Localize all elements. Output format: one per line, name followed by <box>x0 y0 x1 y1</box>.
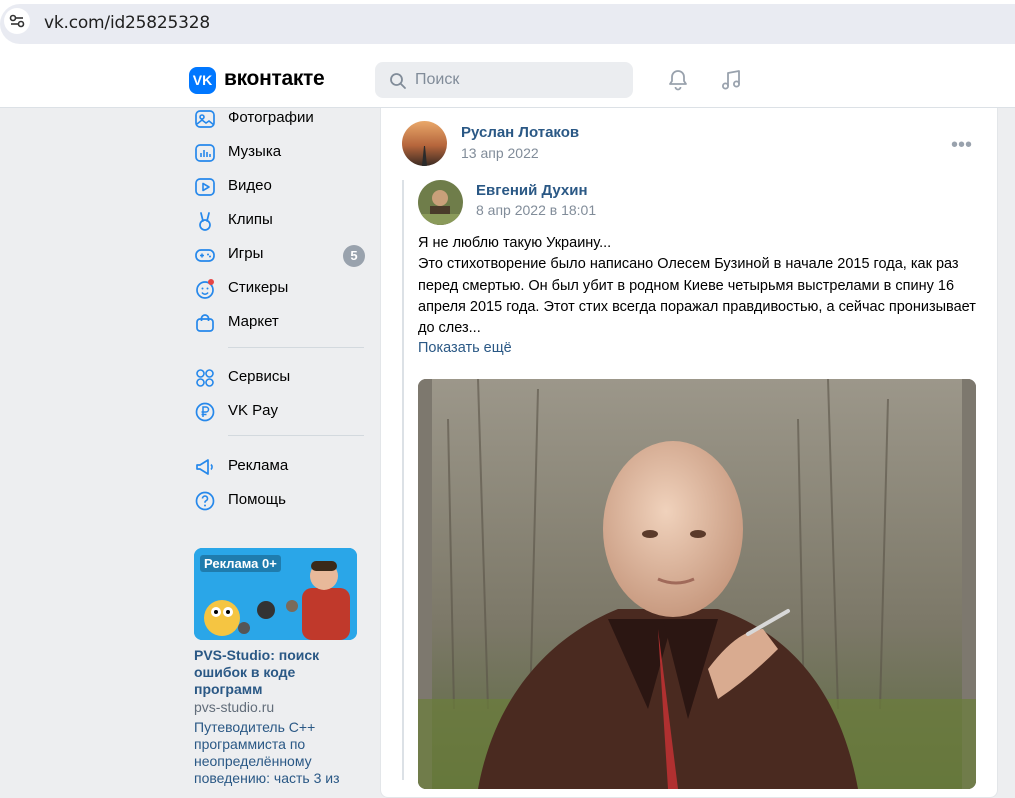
post-author-avatar[interactable] <box>402 121 447 166</box>
nav-label: Клипы <box>228 211 273 228</box>
post-text-body: Это стихотворение было написано Олесем Б… <box>418 256 976 337</box>
ad-domain[interactable]: pvs-studio.ru <box>194 699 274 715</box>
repost-author-avatar[interactable] <box>418 180 463 225</box>
nav-label: Видео <box>228 177 272 194</box>
music-icon <box>195 144 215 162</box>
market-icon <box>196 314 214 332</box>
nav-label: VK Pay <box>228 402 279 419</box>
repost-date[interactable]: 8 апр 2022 в 18:01 <box>476 202 596 218</box>
nav-label: Сервисы <box>228 368 291 385</box>
post-date[interactable]: 13 апр 2022 <box>461 145 539 161</box>
post-author-name[interactable]: Руслан Лотаков <box>461 124 579 141</box>
nav-label: Фотографии <box>228 109 314 126</box>
vkpay-icon <box>195 402 215 422</box>
post-photo[interactable] <box>418 379 976 789</box>
nav-item-music[interactable]: Музыка <box>194 142 366 166</box>
games-icon <box>195 249 215 262</box>
post-text: Я не люблю такую Украину... Это стихотво… <box>418 233 978 339</box>
nav-label: Игры <box>228 245 264 262</box>
nav-divider <box>228 347 364 348</box>
nav-item-clips[interactable]: Клипы <box>194 210 366 234</box>
post-more-menu-icon[interactable]: ••• <box>951 134 972 157</box>
video-icon <box>195 178 215 196</box>
nav-item-ads[interactable]: Реклама <box>194 456 366 480</box>
vk-logo-text[interactable]: вконтакте <box>224 67 325 91</box>
nav-label: Музыка <box>228 143 282 160</box>
site-settings-icon[interactable] <box>4 8 30 34</box>
nav-item-market[interactable]: Маркет <box>194 312 366 336</box>
ad-label-badge: Реклама 0+ <box>200 555 281 572</box>
help-icon <box>195 491 215 511</box>
nav-item-photos[interactable]: Фотографии <box>194 108 366 132</box>
music-player-icon[interactable] <box>719 68 743 92</box>
post-photo-image <box>418 379 976 789</box>
nav-item-games[interactable]: Игры 5 <box>194 244 366 268</box>
post-text-line: Я не люблю такую Украину... <box>418 235 612 251</box>
photos-icon <box>195 110 215 128</box>
ad-title[interactable]: PVS-Studio: поиск ошибок в коде программ <box>194 647 354 698</box>
repost-divider <box>402 180 404 780</box>
nav-divider <box>228 435 364 436</box>
nav-label: Маркет <box>228 313 279 330</box>
address-url[interactable]: vk.com/id25825328 <box>44 13 210 33</box>
vk-logo-icon[interactable]: VK <box>189 67 216 94</box>
show-more-link[interactable]: Показать ещё <box>418 340 512 356</box>
games-badge: 5 <box>343 245 365 267</box>
nav-item-video[interactable]: Видео <box>194 176 366 200</box>
repost-author-name[interactable]: Евгений Духин <box>476 182 588 199</box>
notifications-bell-icon[interactable] <box>666 68 690 92</box>
stickers-icon <box>196 279 214 299</box>
ad-description[interactable]: Путеводитель С++ программиста по неопред… <box>194 719 359 787</box>
nav-label: Реклама <box>228 457 289 474</box>
nav-item-services[interactable]: Сервисы <box>194 367 366 391</box>
clips-icon <box>199 212 211 231</box>
vk-header: VK вконтакте Поиск <box>0 50 1015 108</box>
search-input[interactable]: Поиск <box>375 62 633 98</box>
nav-label: Стикеры <box>228 279 289 296</box>
ads-icon <box>196 459 213 475</box>
browser-address-bar: vk.com/id25825328 <box>0 0 1015 50</box>
nav-item-help[interactable]: Помощь <box>194 490 366 514</box>
services-icon <box>196 369 214 387</box>
nav-label: Помощь <box>228 491 286 508</box>
search-placeholder: Поиск <box>415 71 460 88</box>
search-icon <box>390 73 406 89</box>
nav-item-vkpay[interactable]: VK Pay <box>194 401 366 425</box>
nav-item-stickers[interactable]: Стикеры <box>194 278 366 302</box>
